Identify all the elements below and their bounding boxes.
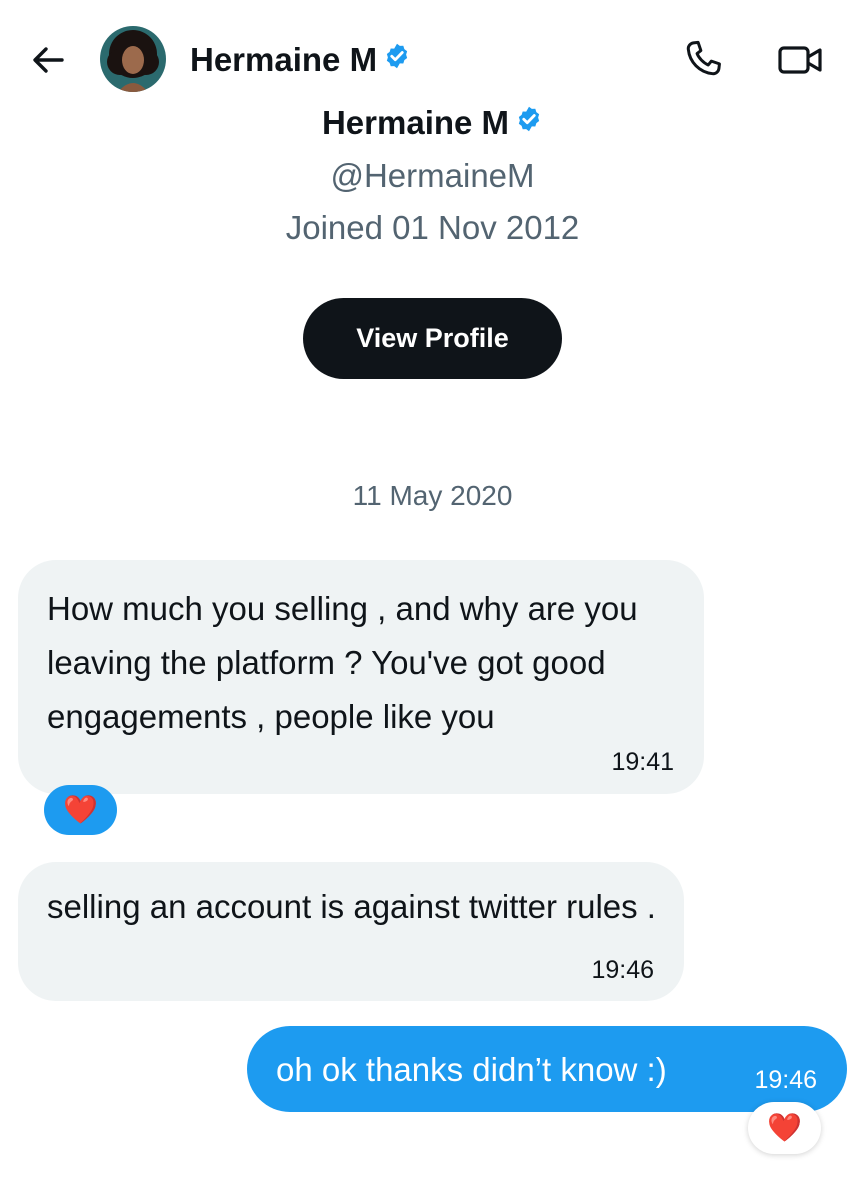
heart-icon: ❤️ [767, 1111, 802, 1144]
avatar[interactable] [100, 26, 166, 92]
profile-handle: @HermaineM [330, 157, 535, 194]
message-bubble-incoming[interactable]: selling an account is against twitter ru… [18, 862, 684, 1001]
message-reaction[interactable]: ❤️ [748, 1102, 821, 1154]
message-bubble-incoming[interactable]: How much you selling , and why are you l… [18, 560, 704, 794]
video-call-button[interactable] [776, 40, 824, 80]
message-bubble-outgoing[interactable]: oh ok thanks didn’t know :) 19:46 [247, 1026, 847, 1112]
verified-badge-icon [383, 37, 411, 81]
message-time: 19:46 [591, 956, 654, 984]
arrow-left-icon [33, 47, 64, 73]
conversation-date: 11 May 2020 [352, 480, 513, 511]
profile-name: Hermaine M [0, 100, 865, 146]
heart-icon: ❤️ [63, 793, 98, 826]
view-profile-button[interactable]: View Profile [303, 298, 562, 379]
call-button[interactable] [682, 38, 724, 80]
message-time: 19:46 [754, 1066, 817, 1094]
profile-name-text: Hermaine M [321, 104, 510, 141]
video-camera-icon [778, 46, 822, 74]
message-reaction[interactable]: ❤️ [44, 785, 117, 835]
phone-icon [686, 40, 721, 76]
message-time: 19:41 [611, 748, 674, 776]
back-button[interactable] [28, 40, 68, 80]
message-text: selling an account is against twitter ru… [47, 888, 656, 925]
verified-badge-icon [515, 99, 543, 145]
header-name: Hermaine M [190, 41, 378, 78]
profile-joined-date: Joined 01 Nov 2012 [285, 209, 580, 246]
header-title: Hermaine M [190, 38, 411, 82]
message-text: oh ok thanks didn’t know :) [276, 1051, 667, 1088]
message-text: How much you selling , and why are you l… [47, 590, 638, 735]
